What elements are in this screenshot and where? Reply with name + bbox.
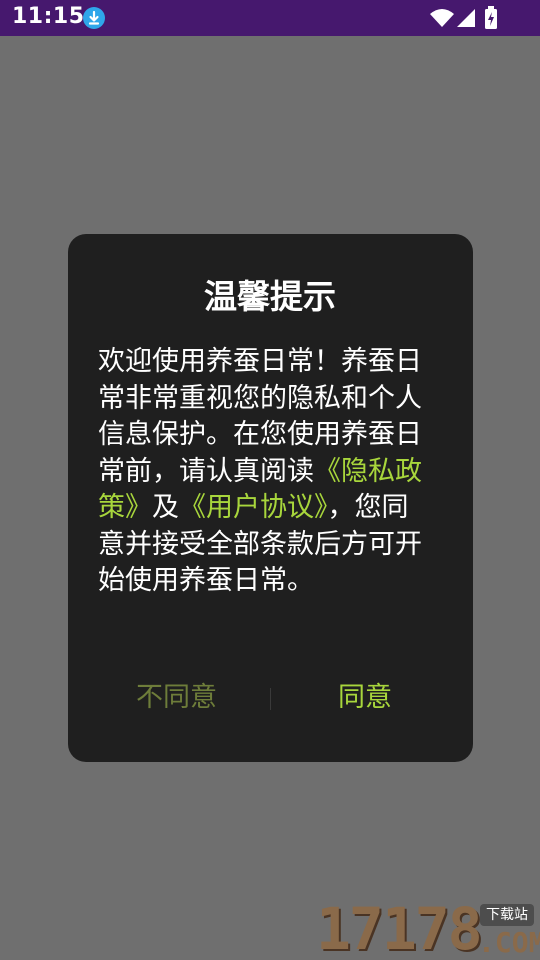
watermark-domain: .COM	[478, 926, 540, 959]
user-agreement-link[interactable]: 《用户协议》	[179, 492, 328, 523]
download-icon	[83, 7, 105, 29]
watermark-badge: 下载站	[480, 904, 534, 926]
wifi-icon	[430, 8, 454, 32]
signal-icon	[456, 8, 476, 32]
watermark-number: 17178	[316, 895, 483, 960]
agree-button[interactable]: 同意	[338, 680, 392, 716]
battery-icon	[484, 6, 498, 34]
dialog-title: 温馨提示	[204, 277, 336, 316]
status-time: 11:15	[12, 4, 85, 29]
dialog-conjunction-text: 及	[152, 492, 179, 523]
dialog-body: 欢迎使用养蚕日常！养蚕日常非常重视您的隐私和个人信息保护。在您使用养蚕日常前，请…	[98, 344, 428, 600]
status-bar: 11:15	[0, 0, 540, 36]
button-divider	[270, 688, 271, 710]
watermark-logo: 17178 下载站 .COM	[312, 898, 540, 960]
disagree-button[interactable]: 不同意	[136, 680, 217, 716]
